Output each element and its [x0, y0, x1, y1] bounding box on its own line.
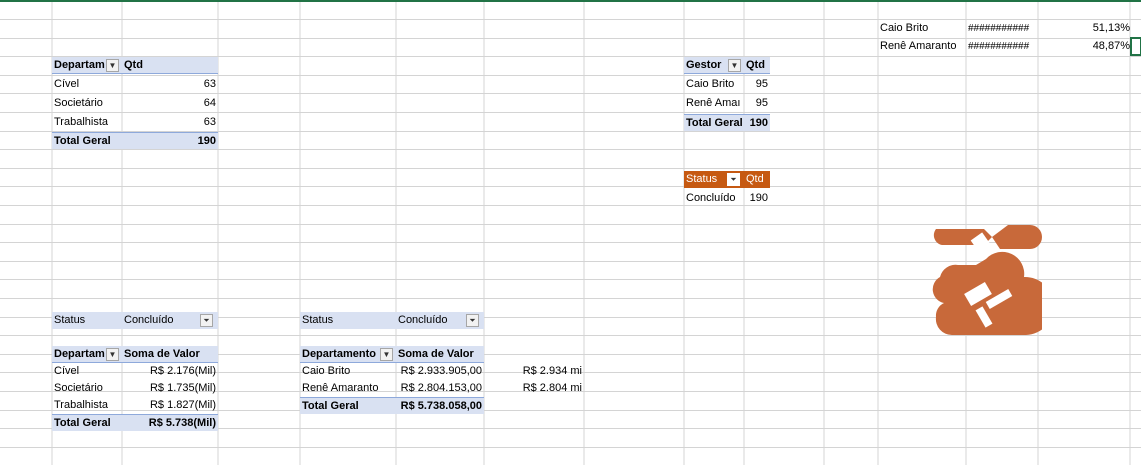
pivot-row-label[interactable]: Cível	[52, 363, 122, 380]
filter-applied-icon[interactable]: ⏷	[200, 314, 213, 327]
ranking-bar[interactable]: ###########	[966, 20, 1038, 37]
filter-applied-icon[interactable]: ⏷	[466, 314, 479, 327]
pivot-filter-label[interactable]: Status	[52, 312, 122, 329]
filter-value-text: Concluído	[124, 314, 174, 326]
pivot-header-departamento[interactable]: Departam ▼	[52, 57, 122, 74]
pivot-total-label[interactable]: Total Geral	[52, 414, 122, 431]
pivot-row-label[interactable]: Concluído	[684, 190, 744, 207]
pivot-row-value[interactable]: R$ 1.827(Mil)	[122, 397, 218, 414]
pivot-filter-value[interactable]: Concluído ⏷	[396, 312, 484, 329]
summary-value[interactable]: R$ 2.804 mi	[484, 380, 584, 397]
ribbon-edge	[0, 0, 1141, 2]
pivot-row-value[interactable]: 95	[744, 95, 770, 112]
ranking-pct[interactable]: 48,87%	[1038, 38, 1132, 55]
pivot-row-value[interactable]: 64	[122, 95, 218, 112]
header-label: Status	[686, 173, 718, 185]
pivot-row-label[interactable]: Renê Amaı	[684, 95, 744, 112]
pivot-row-label[interactable]: Trabalhista	[52, 114, 122, 131]
pivot-total-value[interactable]: 190	[744, 114, 770, 131]
header-label: Departamento	[302, 348, 376, 360]
pivot-total-value[interactable]: R$ 5.738.058,00	[396, 397, 484, 414]
pivot-header-departamento[interactable]: Departamento ▼	[300, 346, 396, 363]
pivot-header-soma-valor[interactable]: Soma de Valor	[122, 346, 218, 363]
ranking-name[interactable]: Caio Brito	[878, 20, 966, 37]
header-label: Gestor	[686, 59, 722, 71]
pivot-total-label[interactable]: Total Geral	[684, 114, 744, 131]
filter-value-text: Concluído	[398, 314, 448, 326]
pivot-row-value[interactable]: 190	[744, 190, 770, 207]
pivot-row-value[interactable]: 63	[122, 114, 218, 131]
pivot-row-value[interactable]: R$ 1.735(Mil)	[122, 380, 218, 397]
pivot-row-value[interactable]: 63	[122, 76, 218, 93]
pivot-filter-label[interactable]: Status	[300, 312, 396, 329]
pivot-row-label[interactable]: Cível	[52, 76, 122, 93]
filter-dropdown-icon[interactable]: ▼	[106, 59, 119, 72]
gavel-logo-icon	[932, 225, 1042, 336]
pivot-row-label[interactable]: Caio Brito	[684, 76, 744, 93]
pivot-total-label[interactable]: Total Geral	[52, 132, 122, 149]
ranking-bar[interactable]: ###########	[966, 38, 1038, 55]
header-label: Departam	[54, 348, 105, 360]
pivot-row-label[interactable]: Caio Brito	[300, 363, 396, 380]
pivot-header-departamento[interactable]: Departam ▼	[52, 346, 122, 363]
pivot-header-gestor[interactable]: Gestor ▼	[684, 57, 744, 74]
pivot-total-value[interactable]: R$ 5.738(Mil)	[122, 414, 218, 431]
pivot-header-qtd[interactable]: Qtd	[122, 57, 218, 74]
ranking-name[interactable]: Renê Amaranto	[878, 38, 966, 55]
pivot-header-qtd[interactable]: Qtd	[744, 57, 770, 74]
pivot-row-label[interactable]: Trabalhista	[52, 397, 122, 414]
summary-value[interactable]: R$ 2.934 mi	[484, 363, 584, 380]
pivot-row-value[interactable]: R$ 2.933.905,00	[396, 363, 484, 380]
pivot-total-value[interactable]: 190	[122, 132, 218, 149]
pivot-filter-value[interactable]: Concluído ⏷	[122, 312, 218, 329]
pivot-header-qtd[interactable]: Qtd	[744, 171, 770, 188]
active-cell-selection	[1130, 37, 1141, 56]
pivot-row-value[interactable]: R$ 2.176(Mil)	[122, 363, 218, 380]
ranking-pct[interactable]: 51,13%	[1038, 20, 1132, 37]
pivot-total-label[interactable]: Total Geral	[300, 397, 396, 414]
header-label: Departam	[54, 59, 105, 71]
pivot-row-label[interactable]: Societário	[52, 95, 122, 112]
filter-dropdown-icon[interactable]: ▼	[106, 348, 119, 361]
pivot-header-status[interactable]: Status ⏷	[684, 171, 744, 188]
pivot-row-label[interactable]: Societário	[52, 380, 122, 397]
filter-dropdown-icon[interactable]: ▼	[728, 59, 741, 72]
pivot-header-soma-valor[interactable]: Soma de Valor	[396, 346, 484, 363]
pivot-row-value[interactable]: 95	[744, 76, 770, 93]
filter-dropdown-icon[interactable]: ▼	[380, 348, 393, 361]
pivot-row-label[interactable]: Renê Amaranto	[300, 380, 396, 397]
pivot-row-value[interactable]: R$ 2.804.153,00	[396, 380, 484, 397]
filter-applied-icon[interactable]: ⏷	[727, 173, 740, 186]
